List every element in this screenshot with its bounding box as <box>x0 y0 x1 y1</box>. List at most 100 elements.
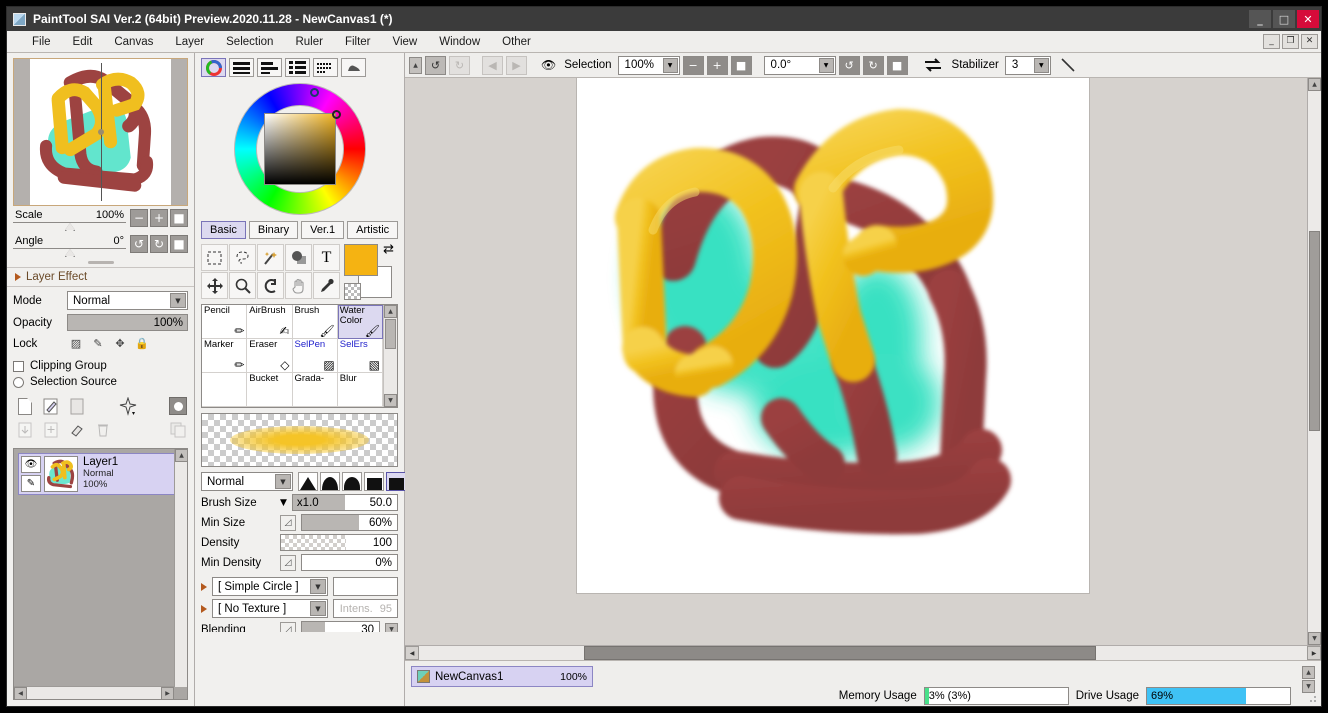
eyedropper-tool[interactable] <box>313 272 340 299</box>
brush-selers[interactable]: SelErs ▧ <box>337 339 383 373</box>
canvas-paper[interactable] <box>577 78 1089 593</box>
angle-slider[interactable]: Angle 0° <box>13 234 126 258</box>
menu-filter[interactable]: Filter <box>334 34 382 50</box>
panel-resize-grip[interactable] <box>7 258 194 267</box>
brush-eraser[interactable]: Eraser ◇ <box>247 339 293 373</box>
menu-file[interactable]: File <box>21 34 62 50</box>
lasso-select-tool[interactable] <box>229 244 256 271</box>
scroll-right-icon[interactable]: ▶ <box>161 687 174 699</box>
brush-airbrush[interactable]: AirBrush ✍ <box>247 305 293 339</box>
expand-triangle-icon[interactable] <box>201 582 207 591</box>
clear-icon[interactable] <box>67 420 87 441</box>
canvas-viewport[interactable]: ▲ ▼ <box>405 78 1321 645</box>
brush-marker[interactable]: Marker ✏ <box>202 339 248 373</box>
shape-preset-extra-field[interactable] <box>333 577 398 596</box>
color-list-mode-button[interactable] <box>285 58 310 77</box>
tab-binary[interactable]: Binary <box>248 221 299 239</box>
brush-pencil[interactable]: Pencil ✏ <box>202 305 248 339</box>
brush-shape-preset-select[interactable]: [ Simple Circle ] ▼ <box>212 577 328 596</box>
lock-move-icon[interactable]: ✥ <box>111 335 129 352</box>
canvas-rotation-field[interactable]: 0.0° ▼ <box>763 55 836 75</box>
min-density-field[interactable]: 0% <box>301 554 398 571</box>
chevron-down-icon[interactable]: ▼ <box>310 579 326 594</box>
brush-gradation[interactable]: Grada- <box>292 373 338 407</box>
pen-icon[interactable]: ✎ <box>21 475 41 492</box>
move-tool[interactable] <box>201 272 228 299</box>
resize-grip[interactable] <box>1307 693 1317 703</box>
text-tool[interactable]: T <box>313 244 340 271</box>
canvas-rotate-reset-button[interactable]: ■ <box>886 55 908 75</box>
texture-intensity-field[interactable]: Intens. 95 <box>333 599 398 618</box>
new-linework-layer-icon[interactable] <box>41 396 61 417</box>
lock-pixel-icon[interactable]: ✎ <box>89 335 107 352</box>
chevron-down-icon[interactable]: ▼ <box>1033 57 1049 73</box>
shape-bell-button[interactable] <box>342 472 362 491</box>
angle-slider-handle[interactable] <box>64 250 75 257</box>
new-folder-icon[interactable] <box>67 396 87 417</box>
menu-canvas[interactable]: Canvas <box>103 34 164 50</box>
shape-flat-button[interactable] <box>364 472 384 491</box>
canvas-rotate-ccw-button[interactable]: ↺ <box>838 55 860 75</box>
list-item[interactable]: 👁 ✎ Layer1 Normal 100% <box>18 453 183 495</box>
scroll-up-icon[interactable]: ▲ <box>384 305 397 318</box>
shape-tool[interactable] <box>285 244 312 271</box>
merge-down-icon[interactable] <box>15 420 35 441</box>
zoom-out-button[interactable]: − <box>130 209 148 227</box>
expand-triangle-icon[interactable] <box>201 604 207 613</box>
menu-selection[interactable]: Selection <box>215 34 284 50</box>
menu-window[interactable]: Window <box>428 34 491 50</box>
scale-slider-handle[interactable] <box>64 224 75 231</box>
canvas-zoom-field[interactable]: 100% ▼ <box>617 55 680 75</box>
mdi-restore-button[interactable]: ❐ <box>1282 34 1299 49</box>
hand-tool[interactable] <box>285 272 312 299</box>
zoom-in-button[interactable]: + <box>150 209 168 227</box>
clipping-group-checkbox[interactable] <box>13 360 24 372</box>
scroll-down-icon[interactable]: ▼ <box>385 623 398 632</box>
brush-blur[interactable]: Blur <box>337 373 383 407</box>
shape-square-button[interactable] <box>386 472 406 491</box>
swap-colors-icon[interactable]: ⇄ <box>383 242 394 257</box>
menu-view[interactable]: View <box>382 34 429 50</box>
hue-marker[interactable] <box>309 88 319 97</box>
canvas-zoom-in-button[interactable]: + <box>706 55 728 75</box>
foreground-color-swatch[interactable] <box>344 244 378 276</box>
lock-all-icon[interactable]: 🔒 <box>133 335 151 352</box>
min-size-field[interactable]: 60% <box>301 514 398 531</box>
rgb-sliders-mode-button[interactable] <box>229 58 254 77</box>
layer-effect-header[interactable]: Layer Effect <box>7 267 194 287</box>
mdi-minimize-button[interactable]: _ <box>1263 34 1280 49</box>
swatches-mode-button[interactable] <box>313 58 338 77</box>
duplicate-icon[interactable] <box>168 420 188 441</box>
scroll-down-icon[interactable]: ▼ <box>1302 680 1315 693</box>
shape-sharp-button[interactable] <box>298 472 318 491</box>
redo-button[interactable]: ↻ <box>449 55 470 75</box>
pressure-curve-icon[interactable]: ◿ <box>280 514 296 531</box>
lock-alpha-icon[interactable]: ▨ <box>67 335 85 352</box>
layer-list-vscrollbar[interactable]: ▲ <box>174 449 187 687</box>
scroll-down-icon[interactable]: ▼ <box>384 394 397 407</box>
canvas-zoom-reset-button[interactable]: ■ <box>730 55 752 75</box>
vscrollbar-thumb[interactable] <box>1309 231 1320 431</box>
chevron-down-icon[interactable]: ▼ <box>662 57 678 73</box>
tab-artistic[interactable]: Artistic <box>347 221 399 239</box>
eye-icon[interactable]: 👁 <box>21 456 41 473</box>
toolbar-scroll-up-icon[interactable]: ▲ <box>409 56 422 74</box>
eye-icon[interactable]: 👁 <box>539 58 558 72</box>
hscrollbar-thumb[interactable] <box>584 646 1096 660</box>
chevron-down-icon[interactable]: ▼ <box>170 293 186 308</box>
gradient-mode-button[interactable] <box>341 58 366 77</box>
menu-ruler[interactable]: Ruler <box>284 34 333 50</box>
minimize-button[interactable]: _ <box>1249 10 1271 28</box>
transparent-color-icon[interactable] <box>344 283 361 300</box>
rotate-tool[interactable] <box>257 272 284 299</box>
chevron-down-icon[interactable]: ▼ <box>818 57 834 73</box>
ruler-icon[interactable] <box>118 396 138 417</box>
brush-brush[interactable]: Brush 🖌 <box>292 305 338 339</box>
mdi-close-button[interactable]: ✕ <box>1301 34 1318 49</box>
undo-button[interactable]: ↺ <box>425 55 446 75</box>
rotate-cw-button[interactable]: ↻ <box>150 235 168 253</box>
close-button[interactable]: ✕ <box>1297 10 1319 28</box>
rect-select-tool[interactable] <box>201 244 228 271</box>
magic-wand-tool[interactable] <box>257 244 284 271</box>
scroll-down-icon[interactable]: ▼ <box>1308 632 1321 645</box>
